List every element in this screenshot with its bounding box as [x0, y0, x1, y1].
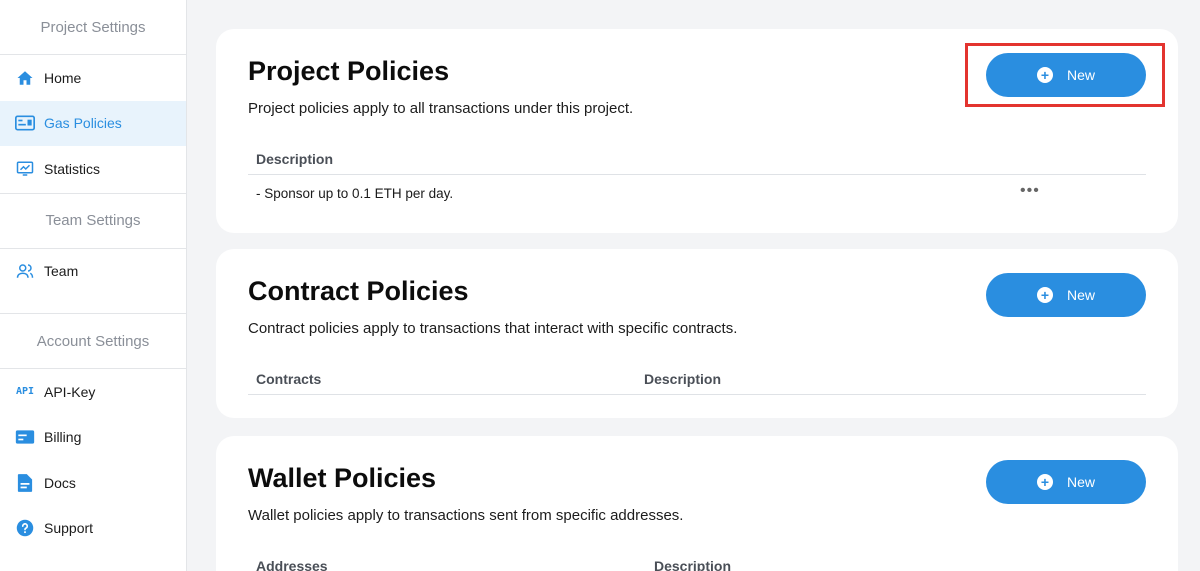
button-label: New — [1066, 287, 1095, 303]
column-description: Description — [654, 558, 732, 571]
new-contract-policy-button[interactable]: + New — [986, 273, 1146, 317]
sidebar-item-label: Team — [44, 263, 79, 280]
wallet-policies-description: Wallet policies apply to transactions se… — [248, 507, 684, 524]
plus-circle-icon: + — [1036, 287, 1053, 303]
sidebar-item-label: Gas Policies — [44, 115, 122, 132]
wallet-policies-card: Wallet Policies Wallet policies apply to… — [216, 436, 1178, 571]
sidebar-item-api-key[interactable]: API API-Key — [0, 369, 186, 415]
sidebar-item-statistics[interactable]: Statistics — [0, 146, 186, 192]
table-header: Description — [248, 151, 1146, 175]
column-contracts: Contracts — [256, 371, 322, 387]
team-settings-heading: Team Settings — [0, 194, 186, 249]
sidebar-item-label: Support — [44, 520, 94, 537]
new-project-policy-button[interactable]: + New — [986, 53, 1146, 97]
table-header: Contracts Description — [248, 371, 1146, 395]
sidebar-item-label: Billing — [44, 429, 82, 446]
project-policies-card: Project Policies Project policies apply … — [216, 29, 1178, 233]
more-options-icon[interactable]: ••• — [1020, 182, 1040, 200]
column-description: Description — [644, 371, 722, 387]
sidebar-item-gas-policies[interactable]: Gas Policies — [0, 100, 186, 146]
billing-icon — [15, 427, 35, 447]
sidebar-item-billing[interactable]: Billing — [0, 415, 186, 461]
sidebar-item-team[interactable]: Team — [0, 249, 186, 295]
button-label: New — [1066, 474, 1095, 490]
sidebar: Project Settings Home Gas Policies Stati… — [0, 0, 187, 571]
table-header: Addresses Description — [248, 558, 1146, 571]
help-icon — [15, 518, 35, 538]
button-label: New — [1066, 67, 1095, 83]
contract-policies-description: Contract policies apply to transactions … — [248, 320, 738, 337]
project-policies-title: Project Policies — [248, 56, 450, 86]
policy-description-cell: - Sponsor up to 0.1 ETH per day. — [256, 186, 454, 201]
home-icon — [15, 68, 35, 88]
column-addresses: Addresses — [256, 558, 328, 571]
project-settings-heading: Project Settings — [0, 0, 186, 55]
sidebar-item-home[interactable]: Home — [0, 55, 186, 101]
document-icon — [15, 473, 35, 493]
gas-policies-icon — [15, 113, 35, 133]
sidebar-item-support[interactable]: Support — [0, 506, 186, 552]
monitor-chart-icon — [15, 159, 35, 179]
sidebar-item-docs[interactable]: Docs — [0, 460, 186, 506]
new-wallet-policy-button[interactable]: + New — [986, 460, 1146, 504]
wallet-policies-title: Wallet Policies — [248, 463, 437, 493]
contract-policies-title: Contract Policies — [248, 276, 469, 306]
account-settings-heading: Account Settings — [0, 314, 186, 369]
sidebar-item-label: Home — [44, 69, 82, 86]
divider — [0, 294, 186, 314]
api-icon: API — [15, 386, 35, 398]
sidebar-item-label: API-Key — [44, 383, 96, 400]
sidebar-item-label: Statistics — [44, 160, 101, 177]
contract-policies-card: Contract Policies Contract policies appl… — [216, 249, 1178, 418]
column-description: Description — [256, 151, 334, 167]
project-policies-description: Project policies apply to all transactio… — [248, 100, 634, 117]
users-icon — [15, 261, 35, 281]
plus-circle-icon: + — [1036, 67, 1053, 83]
plus-circle-icon: + — [1036, 474, 1053, 490]
sidebar-item-label: Docs — [44, 474, 76, 491]
